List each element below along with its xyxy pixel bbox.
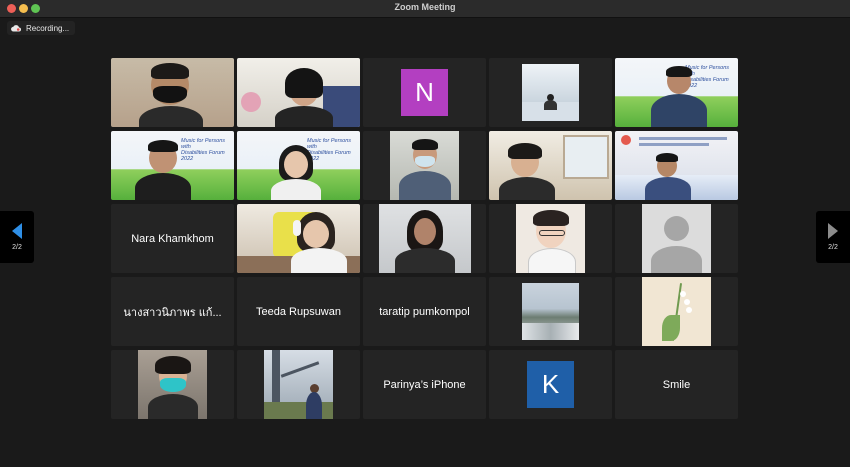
participant-tile[interactable]: นางสาวนิภาพร แก้... xyxy=(111,277,234,346)
participant-tile[interactable]: N xyxy=(363,58,486,127)
avatar xyxy=(516,204,585,273)
participant-name: Nara Khamkhom xyxy=(131,232,214,245)
gallery-grid: N Music for Persons withDisabilities For… xyxy=(111,58,738,419)
cloud-icon xyxy=(11,25,21,32)
participant-tile[interactable] xyxy=(363,204,486,273)
participant-tile[interactable] xyxy=(489,277,612,346)
participant-tile[interactable]: K xyxy=(489,350,612,419)
recording-label: Recording... xyxy=(26,23,70,33)
page-indicator: 2/2 xyxy=(828,244,838,251)
participant-tile[interactable] xyxy=(489,204,612,273)
participant-tile[interactable] xyxy=(489,131,612,200)
page-indicator: 2/2 xyxy=(12,244,22,251)
participant-tile[interactable] xyxy=(615,204,738,273)
arrow-right-icon xyxy=(828,223,838,239)
participant-tile[interactable] xyxy=(615,131,738,200)
participant-tile[interactable]: Nara Khamkhom xyxy=(111,204,234,273)
participant-tile[interactable]: taratip pumkompol xyxy=(363,277,486,346)
avatar: N xyxy=(401,69,448,116)
participant-tile[interactable] xyxy=(237,58,360,127)
participant-tile[interactable]: Music for Persons withDisabilities Forum… xyxy=(615,58,738,127)
participant-video: Music for Persons withDisabilities Forum… xyxy=(237,131,360,200)
avatar: K xyxy=(527,361,574,408)
avatar xyxy=(522,283,579,340)
participant-tile[interactable] xyxy=(489,58,612,127)
participant-tile[interactable]: Smile xyxy=(615,350,738,419)
banner-text: Music for Persons withDisabilities Forum… xyxy=(181,138,226,162)
participant-tile[interactable] xyxy=(237,204,360,273)
next-page-button[interactable]: 2/2 xyxy=(816,211,850,263)
banner-text: Music for Persons withDisabilities Forum… xyxy=(685,65,730,89)
participant-video xyxy=(138,350,207,419)
arrow-left-icon xyxy=(12,223,22,239)
participant-video: Music for Persons withDisabilities Forum… xyxy=(111,131,234,200)
participant-tile[interactable]: Parinya’s iPhone xyxy=(363,350,486,419)
avatar xyxy=(522,64,579,121)
participant-tile[interactable] xyxy=(363,131,486,200)
participant-name: Teeda Rupsuwan xyxy=(255,305,341,318)
participant-video xyxy=(390,131,459,200)
participant-tile[interactable]: Teeda Rupsuwan xyxy=(237,277,360,346)
participant-video: Music for Persons withDisabilities Forum… xyxy=(615,58,738,127)
participant-video xyxy=(237,58,360,127)
participant-name: Parinya’s iPhone xyxy=(383,378,466,391)
title-bar: Zoom Meeting xyxy=(0,0,850,18)
participant-tile[interactable]: Music for Persons withDisabilities Forum… xyxy=(111,131,234,200)
participant-tile[interactable] xyxy=(615,277,738,346)
participant-video xyxy=(378,204,471,273)
participant-name: taratip pumkompol xyxy=(379,305,470,318)
previous-page-button[interactable]: 2/2 xyxy=(0,211,34,263)
participant-tile[interactable] xyxy=(237,350,360,419)
default-avatar-icon xyxy=(642,204,711,273)
participant-video xyxy=(264,350,333,419)
participant-video xyxy=(489,131,612,200)
participant-video xyxy=(615,131,738,200)
participant-name: Smile xyxy=(662,378,691,391)
participant-tile[interactable] xyxy=(111,58,234,127)
window-title: Zoom Meeting xyxy=(394,2,456,12)
recording-indicator[interactable]: Recording... xyxy=(7,21,76,35)
participant-video xyxy=(111,58,234,127)
participant-name: นางสาวนิภาพร แก้... xyxy=(123,306,222,319)
participant-tile[interactable]: Music for Persons withDisabilities Forum… xyxy=(237,131,360,200)
avatar xyxy=(642,277,711,346)
banner-text: Music for Persons withDisabilities Forum… xyxy=(307,138,352,162)
participant-tile[interactable] xyxy=(111,350,234,419)
participant-video xyxy=(237,204,360,273)
